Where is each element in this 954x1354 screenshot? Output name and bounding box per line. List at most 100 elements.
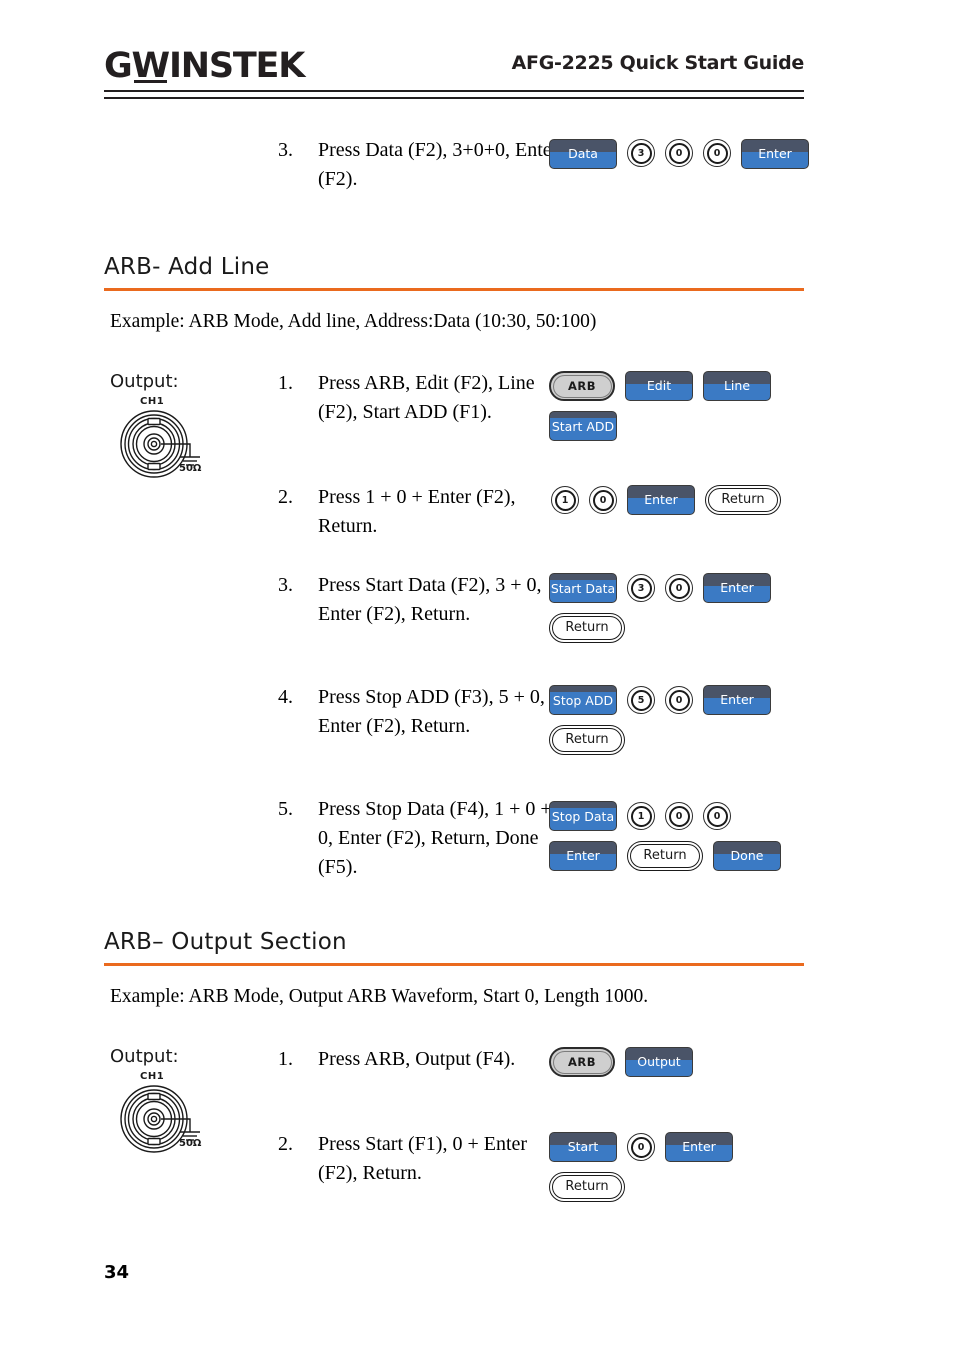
key-start-add[interactable]: Start ADD: [549, 411, 617, 441]
key-return[interactable]: Return: [627, 841, 703, 871]
key-arb[interactable]: ARB: [549, 1047, 615, 1077]
key-label: Return: [721, 492, 765, 507]
key-sequence: Stop Data 1 0 0: [549, 801, 731, 831]
step-number: 3.: [278, 139, 293, 161]
step-text: Press ARB, Output (F4).: [318, 1048, 516, 1070]
key-enter[interactable]: Enter: [549, 841, 617, 871]
key-label: 0: [713, 148, 721, 159]
key-arb[interactable]: ARB: [549, 371, 615, 401]
step-text: Press Stop ADD (F3), 5 + 0, Enter (F2), …: [318, 686, 545, 737]
key-sequence: ARB Edit Line: [549, 371, 771, 401]
key-label: Return: [565, 620, 609, 635]
key-label: 0: [675, 583, 683, 594]
key-start-data[interactable]: Start Data: [549, 573, 617, 603]
key-label: 0: [637, 1142, 645, 1153]
key-label: 0: [675, 148, 683, 159]
logo-text-gw: G: [104, 46, 133, 86]
key-enter[interactable]: Enter: [627, 485, 695, 515]
key-label: 0: [599, 495, 607, 506]
key-line[interactable]: Line: [703, 371, 771, 401]
bnc-impedance-label: 50Ω: [179, 463, 202, 474]
key-digit-0[interactable]: 0: [627, 1133, 655, 1161]
key-label: ARB: [567, 1055, 597, 1069]
key-digit-5[interactable]: 5: [627, 686, 655, 714]
bnc-connector-diagram: CH1 50Ω: [110, 396, 220, 481]
key-return[interactable]: Return: [705, 485, 781, 515]
step-number: 1.: [278, 372, 293, 394]
step-number: 1.: [278, 1048, 293, 1070]
bnc-connector-diagram: CH1 50Ω: [110, 1071, 220, 1156]
key-label: 1: [637, 811, 645, 822]
logo-underbar: [133, 80, 167, 83]
key-digit-0[interactable]: 0: [665, 686, 693, 714]
step-number: 4.: [278, 686, 293, 708]
key-data[interactable]: Data: [549, 139, 617, 169]
key-return[interactable]: Return: [549, 1172, 625, 1202]
key-enter[interactable]: Enter: [703, 573, 771, 603]
key-sequence: Return: [549, 613, 625, 643]
output-label: Output:: [110, 371, 179, 392]
key-digit-0[interactable]: 0: [703, 139, 731, 167]
key-return[interactable]: Return: [549, 725, 625, 755]
key-digit-0[interactable]: 0: [589, 486, 617, 514]
key-output[interactable]: Output: [625, 1047, 693, 1077]
section-title: ARB– Output Section: [104, 929, 347, 955]
key-digit-0[interactable]: 0: [665, 574, 693, 602]
page-number: 34: [104, 1262, 130, 1283]
section-heading-arb-add-line: ARB- Add Line: [104, 252, 804, 291]
document-title: AFG-2225 Quick Start Guide: [511, 52, 805, 74]
key-sequence: Start Data 3 0 Enter: [549, 573, 771, 603]
key-digit-0[interactable]: 0: [703, 802, 731, 830]
step-text: Press Stop Data (F4), 1 + 0 + 0, Enter (…: [318, 798, 552, 878]
key-label: 1: [561, 495, 569, 506]
section-heading-arb-output-section: ARB– Output Section: [104, 927, 804, 966]
bnc-connector-graphic: [120, 410, 200, 478]
section-accent-rule: [104, 288, 804, 291]
logo-text-instek: INSTEK: [168, 46, 305, 86]
key-enter[interactable]: Enter: [741, 139, 809, 169]
key-sequence: 1 0 Enter Return: [551, 485, 781, 515]
gwinstek-logo: GW INSTEK: [104, 46, 305, 86]
key-done[interactable]: Done: [713, 841, 781, 871]
key-digit-3[interactable]: 3: [627, 139, 655, 167]
bnc-channel-label: CH1: [140, 1071, 165, 1082]
key-sequence: Return: [549, 725, 625, 755]
logo-w-mark: W: [132, 46, 171, 86]
key-enter[interactable]: Enter: [665, 1132, 733, 1162]
key-digit-3[interactable]: 3: [627, 574, 655, 602]
step-number: 2.: [278, 1133, 293, 1155]
key-label: Return: [565, 732, 609, 747]
page-header: GW INSTEK AFG-2225 Quick Start Guide: [104, 44, 804, 96]
key-label: 5: [637, 695, 645, 706]
key-sequence: Enter Return Done: [549, 841, 781, 871]
bnc-channel-label: CH1: [140, 396, 165, 407]
bnc-connector-graphic: [120, 1085, 200, 1153]
key-sequence: Start 0 Enter: [549, 1132, 733, 1162]
key-return[interactable]: Return: [549, 613, 625, 643]
key-sequence: Data 3 0 0 Enter: [549, 139, 809, 169]
key-sequence: ARB Output: [549, 1047, 693, 1077]
key-label: Return: [565, 1179, 609, 1194]
step-number: 2.: [278, 486, 293, 508]
key-label: 0: [675, 811, 683, 822]
section-accent-rule: [104, 963, 804, 966]
key-digit-0[interactable]: 0: [665, 139, 693, 167]
key-digit-0[interactable]: 0: [665, 802, 693, 830]
key-sequence: Return: [549, 1172, 625, 1202]
section-example-text: Example: ARB Mode, Output ARB Waveform, …: [110, 986, 649, 1007]
key-start[interactable]: Start: [549, 1132, 617, 1162]
key-digit-1[interactable]: 1: [551, 486, 579, 514]
key-label: ARB: [567, 379, 597, 393]
key-label: 3: [637, 583, 645, 594]
key-label: Return: [643, 848, 687, 863]
step-number: 5.: [278, 798, 293, 820]
key-digit-1[interactable]: 1: [627, 802, 655, 830]
key-edit[interactable]: Edit: [625, 371, 693, 401]
section-example-text: Example: ARB Mode, Add line, Address:Dat…: [110, 311, 597, 332]
key-label: 0: [675, 695, 683, 706]
header-divider: [104, 90, 804, 99]
section-title: ARB- Add Line: [104, 254, 270, 280]
key-stop-add[interactable]: Stop ADD: [549, 685, 617, 715]
key-enter[interactable]: Enter: [703, 685, 771, 715]
key-stop-data[interactable]: Stop Data: [549, 801, 617, 831]
